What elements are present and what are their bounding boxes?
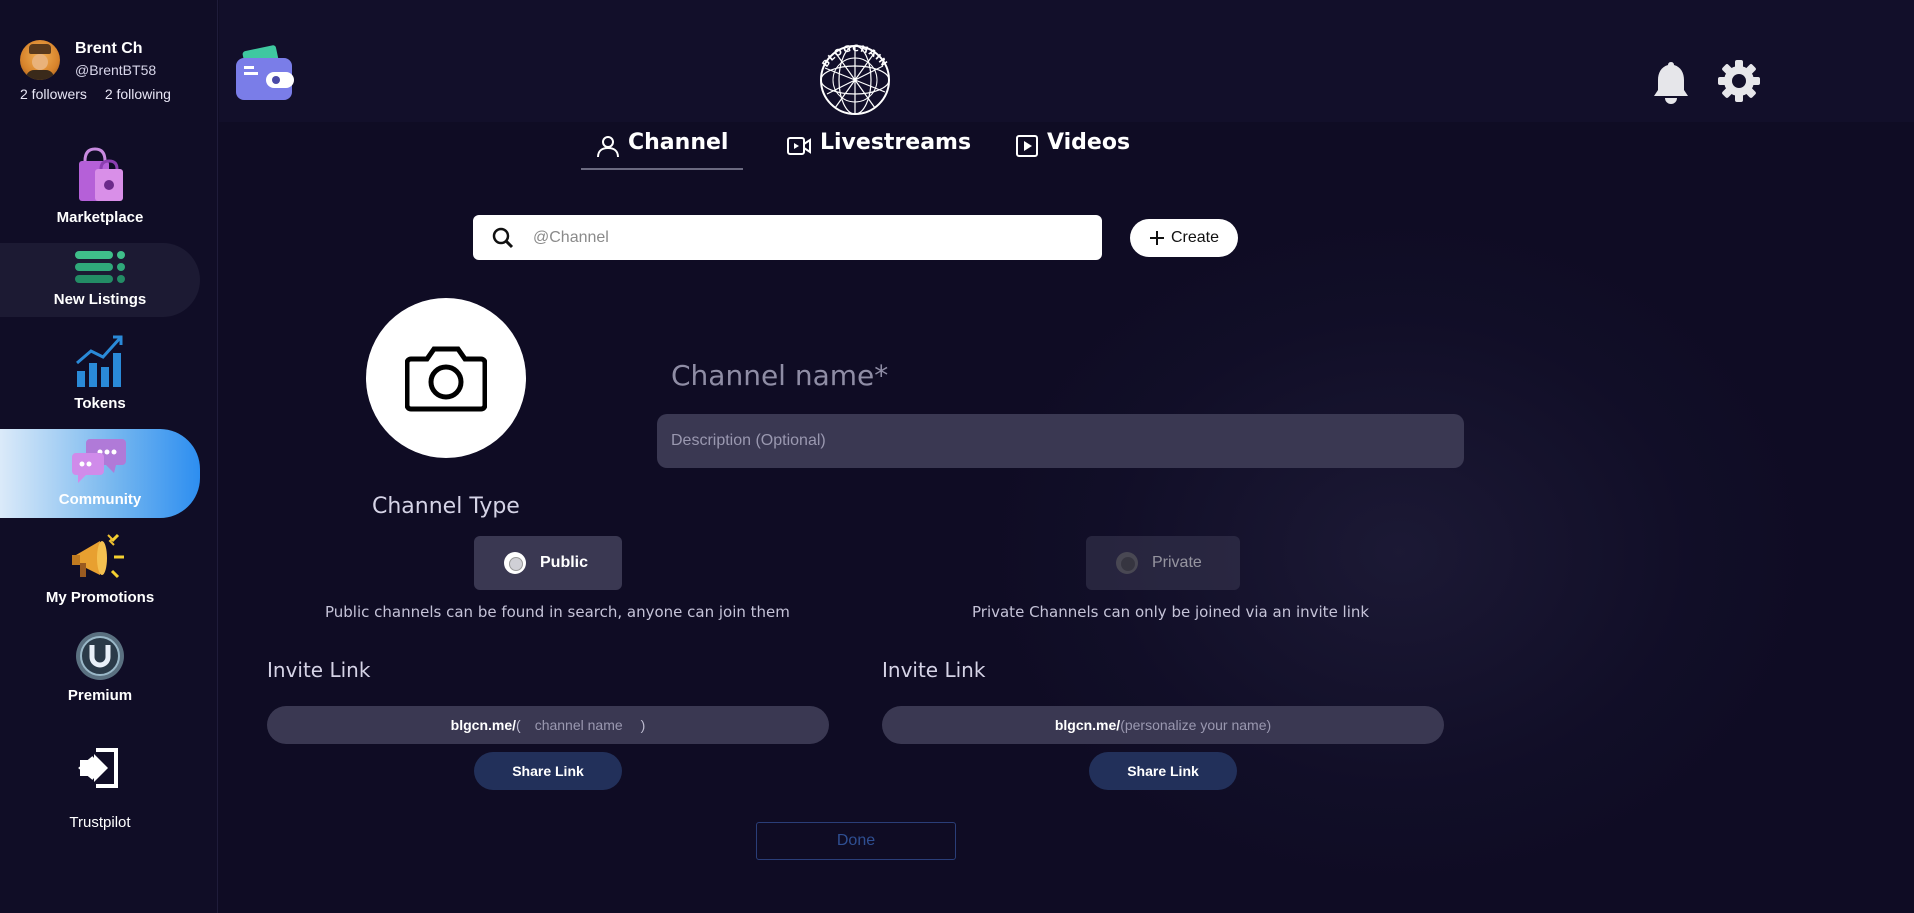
search-icon [492,227,514,248]
sidebar-item-label: Premium [67,687,133,704]
chat-bubbles-icon [72,439,126,483]
following-count[interactable]: 2 following [105,86,171,102]
channel-name-input[interactable] [657,355,1377,395]
sidebar-item-label: New Listings [53,291,147,308]
link-prefix: blgcn.me/ [450,717,517,733]
private-option[interactable]: Private [1086,536,1240,590]
private-link-placeholder[interactable]: (personalize your name) [1120,717,1271,733]
tab-label: Channel [628,130,729,155]
camera-icon [405,346,487,412]
wallet-icon[interactable] [234,44,296,102]
profile[interactable]: Brent Ch @BrentBT58 2 followers 2 follow… [20,38,216,108]
sidebar-item-new-listings[interactable]: New Listings [0,243,200,317]
private-label: Private [1152,554,1202,571]
description-input[interactable] [657,414,1464,468]
public-label: Public [540,554,589,571]
logout-icon [78,748,118,788]
shopping-bags-icon [79,147,123,201]
sidebar-item-premium[interactable]: Premium [0,631,200,707]
user-icon [597,136,619,158]
tab-livestreams[interactable]: Livestreams [786,130,971,172]
link-prefix: blgcn.me/ [1054,717,1121,733]
private-description: Private Channels can only be joined via … [972,603,1370,621]
sidebar-item-label: Tokens [74,395,126,412]
create-button[interactable]: Create [1130,219,1238,257]
sidebar: Brent Ch @BrentBT58 2 followers 2 follow… [0,0,218,913]
channel-type-label: Channel Type [372,494,520,519]
public-share-link-button[interactable]: Share Link [474,752,622,790]
sidebar-item-marketplace[interactable]: Marketplace [0,145,200,229]
search-input[interactable] [533,228,1053,247]
tab-label: Videos [1047,130,1131,155]
chart-growth-icon [76,335,123,387]
done-button[interactable]: Done [756,822,956,860]
sidebar-item-label: Marketplace [56,209,144,226]
play-square-icon [1016,135,1038,157]
gear-icon[interactable] [1718,60,1760,102]
private-radio[interactable] [1116,552,1138,574]
tab-channel[interactable]: Channel [580,130,744,172]
private-invite-label: Invite Link [882,658,986,682]
public-link-placeholder[interactable]: channel name [521,717,641,733]
avatar[interactable] [20,40,60,80]
profile-handle: @BrentBT58 [75,62,157,78]
channel-search [473,215,1102,260]
private-share-link-button[interactable]: Share Link [1089,752,1237,790]
public-invite-label: Invite Link [267,658,371,682]
list-icon [75,251,125,283]
profile-name: Brent Ch [75,40,143,57]
sidebar-item-label: Community [58,491,142,508]
public-radio[interactable] [504,552,526,574]
premium-badge-icon [76,632,124,680]
bell-icon[interactable] [1652,60,1690,104]
sidebar-item-trustpilot[interactable]: Trustpilot [0,746,200,842]
tab-label: Livestreams [820,130,972,155]
profile-stats: 2 followers 2 following [20,86,171,102]
sidebar-item-label: My Promotions [45,589,155,606]
megaphone-icon [72,533,124,579]
channel-avatar-upload[interactable] [366,298,526,458]
tab-videos[interactable]: Videos [1015,130,1130,172]
sidebar-item-my-promotions[interactable]: My Promotions [0,531,200,611]
public-invite-field[interactable]: blgcn.me/ ( channel name ) [267,706,829,744]
close-paren: ) [640,717,646,733]
public-description: Public channels can be found in search, … [325,603,790,621]
followers-count[interactable]: 2 followers [20,86,87,102]
private-invite-field[interactable]: blgcn.me/ (personalize your name) [882,706,1444,744]
sidebar-item-tokens[interactable]: Tokens [0,333,200,413]
blogchain-logo: BLOGCHAIN [820,44,890,115]
public-option[interactable]: Public [474,536,622,590]
sidebar-item-label: Trustpilot [69,814,131,831]
plus-icon [1149,231,1164,245]
video-camera-icon [787,137,811,155]
sidebar-item-community[interactable]: Community [0,429,200,518]
create-label: Create [1170,229,1220,246]
